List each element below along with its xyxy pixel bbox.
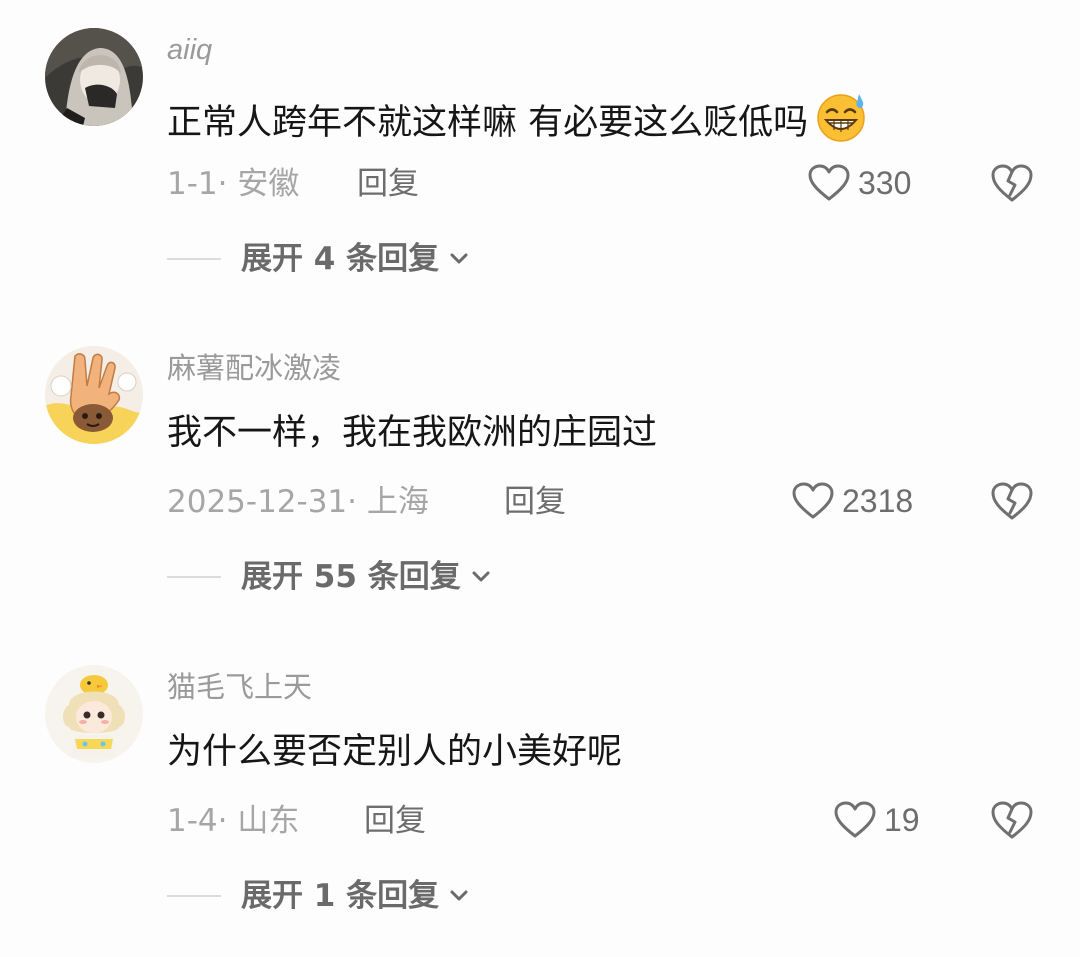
reply-button[interactable]: 回复 [357,162,419,206]
avatar[interactable] [45,346,143,444]
broken-heart-icon [991,801,1033,839]
comment-meta: 2025-12-31· 上海 [167,484,429,520]
comment-meta: 1-4· 山东 [167,803,300,839]
expand-replies-label: 展开 1 条回复 [241,878,440,914]
expand-replies-button[interactable]: 展开 4 条回复 [167,237,469,281]
comment-text-content: 正常人跨年不就这样嘛 有必要这么贬低吗 [167,103,809,143]
comment-item: 猫毛飞上天 为什么要否定别人的小美好呢 1-4· 山东 回复 19 展开 1 条… [0,637,1080,957]
chevron-down-icon [472,571,490,582]
expand-replies-button[interactable]: 展开 1 条回复 [167,874,469,918]
divider-line [167,576,221,578]
comment-item: aiiq 正常人跨年不就这样嘛 有必要这么贬低吗 1-1· 安徽 回复 330 … [0,0,1080,320]
dislike-button[interactable] [990,800,1034,844]
like-count: 330 [858,164,912,201]
heart-outline-icon [808,164,850,201]
expand-replies-button[interactable]: 展开 55 条回复 [167,555,491,599]
avatar[interactable] [45,28,143,126]
comment-meta: 1-1· 安徽 [167,166,300,202]
comment-text: 正常人跨年不就这样嘛 有必要这么贬低吗 [167,90,868,158]
avatar-cartoon-image [45,346,143,444]
avatar-figurine-image [45,665,143,763]
like-count: 19 [884,801,920,838]
comment-item: 麻薯配冰激凌 我不一样，我在我欧洲的庄园过 2025-12-31· 上海 回复 … [0,318,1080,638]
username[interactable]: 麻薯配冰激凌 [167,348,341,388]
like-button[interactable]: 19 [834,797,920,843]
comment-text: 为什么要否定别人的小美好呢 [167,732,623,772]
expand-replies-label: 展开 55 条回复 [241,559,461,595]
dislike-button[interactable] [990,481,1034,525]
divider-line [167,895,221,897]
heart-outline-icon [834,801,876,838]
avatar-photo-image [45,28,143,126]
like-count: 2318 [842,482,914,519]
divider-line [167,258,221,260]
like-button[interactable]: 330 [808,160,911,206]
broken-heart-icon [991,482,1033,520]
username[interactable]: 猫毛飞上天 [167,667,312,707]
heart-outline-icon [792,482,834,519]
username[interactable]: aiiq [167,30,212,70]
sweat-smile-emoji-icon [814,90,868,158]
broken-heart-icon [991,164,1033,202]
expand-replies-label: 展开 4 条回复 [241,241,440,277]
reply-button[interactable]: 回复 [504,480,566,524]
chevron-down-icon [450,253,468,264]
like-button[interactable]: 2318 [792,478,913,524]
chevron-down-icon [450,890,468,901]
dislike-button[interactable] [990,163,1034,207]
comment-text: 我不一样，我在我欧洲的庄园过 [167,413,658,453]
avatar[interactable] [45,665,143,763]
reply-button[interactable]: 回复 [364,799,426,843]
